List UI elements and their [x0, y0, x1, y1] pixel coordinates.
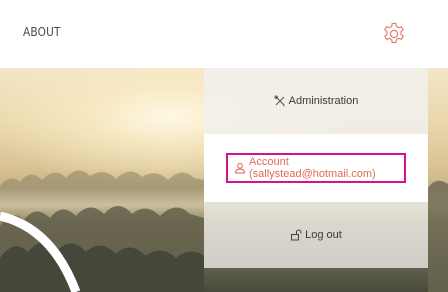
menu-item-administration[interactable]: Administration [204, 68, 428, 134]
tools-icon [274, 95, 286, 107]
user-dropdown-menu: Administration Account (sallystead@hotma… [204, 68, 428, 268]
nav-about-link[interactable]: ABOUT [23, 25, 61, 39]
menu-item-label: Log out [305, 229, 342, 241]
menu-item-account[interactable]: Account (sallystead@hotmail.com) [204, 134, 428, 202]
gear-icon[interactable] [381, 21, 407, 47]
menu-item-label: Administration [288, 95, 359, 107]
user-icon [234, 162, 246, 174]
top-bar: ABOUT [0, 0, 448, 68]
account-highlight-box[interactable]: Account (sallystead@hotmail.com) [226, 153, 406, 183]
unlock-icon [290, 229, 302, 241]
menu-item-logout[interactable]: Log out [204, 202, 428, 268]
menu-item-label: Account (sallystead@hotmail.com) [249, 156, 376, 180]
